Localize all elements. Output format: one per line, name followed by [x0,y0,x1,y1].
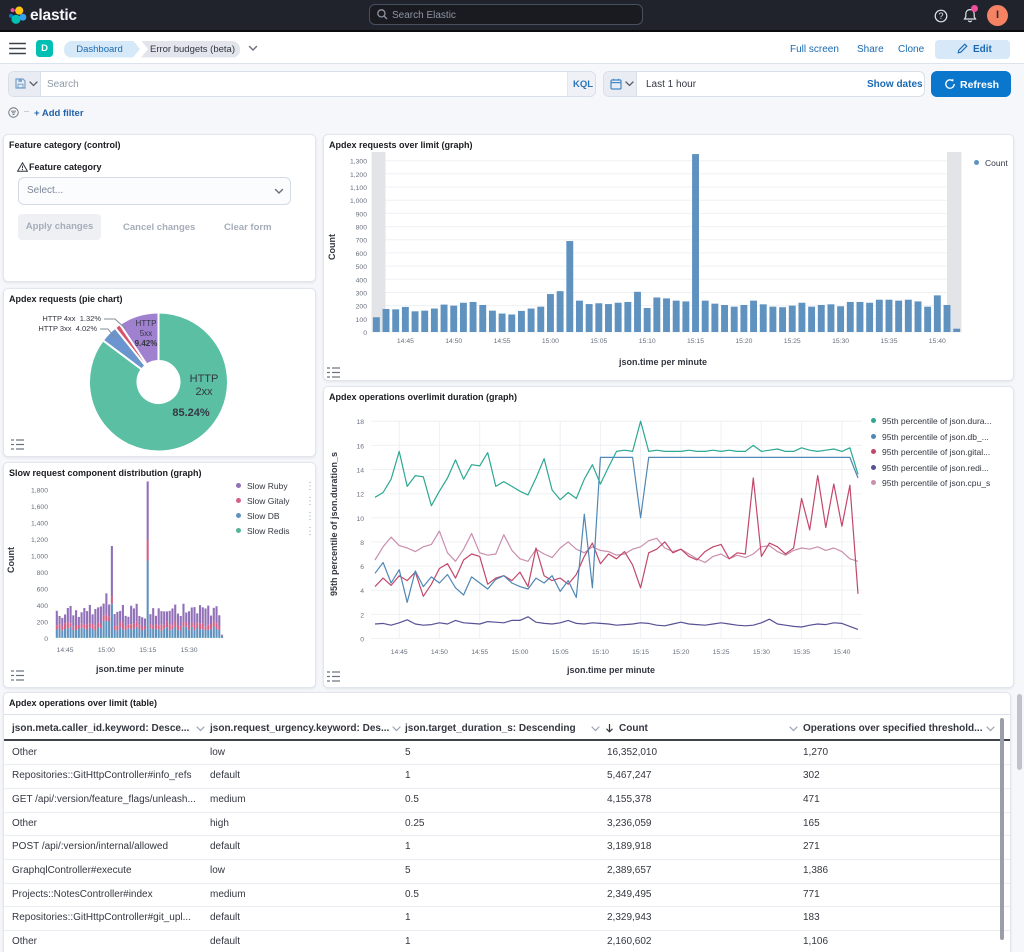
svg-text:15:10: 15:10 [639,338,656,345]
svg-text:1,200: 1,200 [350,172,367,179]
svg-text:15:00: 15:00 [542,338,559,345]
svg-text:Count: Count [327,234,337,260]
svg-text:14: 14 [356,468,364,475]
svg-text:2xx: 2xx [195,386,213,398]
svg-text:1,800: 1,800 [31,488,48,495]
svg-text:15:35: 15:35 [793,649,810,656]
svg-text:15:40: 15:40 [929,338,946,345]
svg-text:2: 2 [360,612,364,619]
svg-text:18: 18 [356,419,364,426]
svg-text:8: 8 [360,540,364,547]
svg-text:15:05: 15:05 [552,649,569,656]
svg-text:9.42%: 9.42% [135,339,158,348]
svg-text:15:15: 15:15 [687,338,704,345]
svg-text:14:50: 14:50 [431,649,448,656]
svg-text:json.time per minute: json.time per minute [618,357,707,367]
svg-text:600: 600 [356,251,368,258]
svg-text:6: 6 [360,564,364,571]
svg-text:json.time per minute: json.time per minute [95,664,184,674]
svg-text:400: 400 [37,603,49,610]
svg-text:15:05: 15:05 [590,338,607,345]
svg-text:Count: Count [6,547,16,573]
svg-text:800: 800 [37,570,49,577]
svg-text:15:30: 15:30 [832,338,849,345]
svg-text:json.time per minute: json.time per minute [566,665,655,675]
svg-text:15:30: 15:30 [181,647,198,654]
svg-text:14:50: 14:50 [445,338,462,345]
svg-text:15:00: 15:00 [98,647,115,654]
svg-text:200: 200 [356,304,368,311]
svg-text:15:10: 15:10 [592,649,609,656]
svg-text:1,000: 1,000 [31,554,48,561]
svg-text:0: 0 [363,330,367,337]
svg-text:15:40: 15:40 [833,649,850,656]
svg-text:15:20: 15:20 [735,338,752,345]
svg-text:15:35: 15:35 [880,338,897,345]
svg-text:700: 700 [356,238,368,245]
svg-text:1,000: 1,000 [350,198,367,205]
svg-text:16: 16 [356,443,364,450]
svg-text:100: 100 [356,317,368,324]
svg-text:1,400: 1,400 [31,521,48,528]
svg-text:15:00: 15:00 [511,649,528,656]
svg-text:14:45: 14:45 [57,647,74,654]
svg-text:15:25: 15:25 [713,649,730,656]
svg-text:15:30: 15:30 [753,649,770,656]
svg-text:14:45: 14:45 [397,338,414,345]
svg-text:1,200: 1,200 [31,537,48,544]
svg-text:15:15: 15:15 [632,649,649,656]
svg-text:12: 12 [356,492,364,499]
svg-text:HTTP: HTTP [136,319,157,328]
svg-text:0: 0 [360,637,364,644]
svg-text:85.24%: 85.24% [172,407,210,419]
svg-text:HTTP: HTTP [190,373,219,385]
svg-text:600: 600 [37,587,49,594]
svg-text:10: 10 [356,516,364,523]
svg-text:400: 400 [356,277,368,284]
svg-text:14:45: 14:45 [391,649,408,656]
svg-text:14:55: 14:55 [471,649,488,656]
svg-text:4: 4 [360,588,364,595]
svg-text:1,300: 1,300 [350,159,367,166]
svg-text:900: 900 [356,211,368,218]
svg-text:HTTP 4xx 1.32%: HTTP 4xx 1.32% [42,314,101,323]
svg-text:1,600: 1,600 [31,504,48,511]
svg-text:1,100: 1,100 [350,185,367,192]
svg-text:5xx: 5xx [140,329,152,338]
svg-text:HTTP 3xx 4.02%: HTTP 3xx 4.02% [38,324,97,333]
svg-text:15:20: 15:20 [672,649,689,656]
svg-text:200: 200 [37,620,49,627]
svg-text:500: 500 [356,264,368,271]
svg-text:15:25: 15:25 [784,338,801,345]
svg-text:300: 300 [356,291,368,298]
svg-text:15:15: 15:15 [139,647,156,654]
svg-text:95th percentile of json.durati: 95th percentile of json.duration_s [329,452,339,596]
svg-text:14:55: 14:55 [494,338,511,345]
svg-text:0: 0 [44,636,48,643]
svg-text:800: 800 [356,225,368,232]
